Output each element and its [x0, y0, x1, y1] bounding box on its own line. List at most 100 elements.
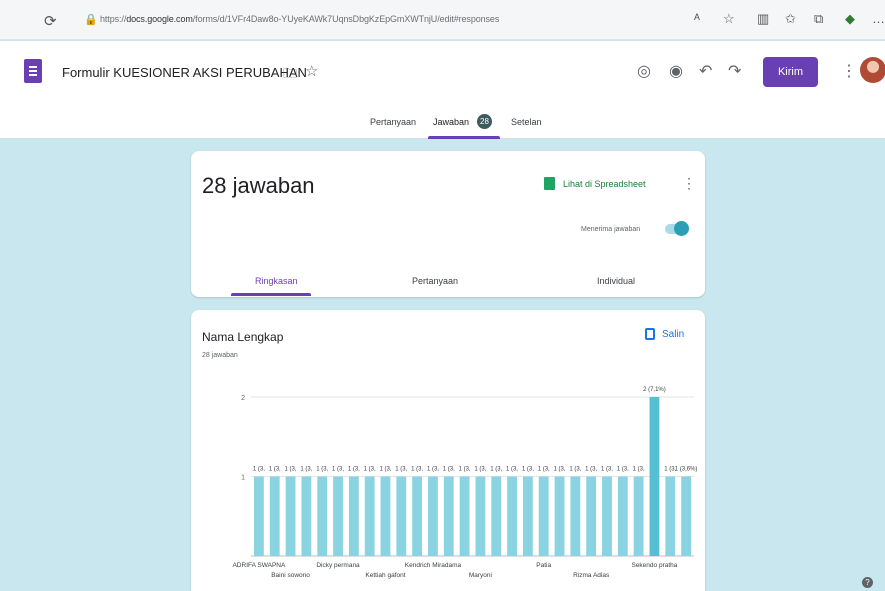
x-tick-label: Maryoni: [469, 572, 492, 579]
bar: [665, 476, 676, 556]
bar: [285, 476, 296, 556]
reload-icon[interactable]: ⟳: [44, 12, 57, 30]
bar: [348, 476, 359, 556]
accepting-responses-toggle[interactable]: [665, 221, 689, 236]
data-label: 1 (3,: [348, 467, 360, 473]
bar: [633, 476, 644, 556]
data-label: 1 (3,: [443, 467, 455, 473]
read-aloud-icon[interactable]: ᴬ: [694, 11, 700, 26]
data-label: 1 (3,: [522, 467, 534, 473]
bar: [301, 476, 312, 556]
bar: [554, 476, 565, 556]
form-title[interactable]: Formulir KUESIONER AKSI PERUBAHAN: [62, 65, 307, 80]
avatar[interactable]: [860, 57, 885, 83]
palette-icon[interactable]: ◎: [637, 61, 651, 81]
send-button[interactable]: Kirim: [763, 57, 818, 87]
bar: [459, 476, 470, 556]
bar: [570, 476, 581, 556]
bar: [507, 476, 517, 556]
x-tick-label: Baini sowono: [271, 572, 310, 579]
favorite-icon[interactable]: ☆: [723, 11, 735, 27]
folder-icon[interactable]: 🗀: [283, 63, 297, 87]
response-count-badge: 28: [477, 114, 492, 129]
data-label: 1 (3,: [332, 467, 344, 473]
star-icon[interactable]: ☆: [305, 62, 318, 80]
data-label: 1 (3,: [285, 467, 297, 473]
active-subtab-indicator: [231, 293, 311, 296]
tab-responses[interactable]: Jawaban: [433, 117, 469, 127]
data-label: 1 (3,: [427, 467, 439, 473]
forms-header: Formulir KUESIONER AKSI PERUBAHAN 🗀 ☆ ◎ …: [0, 41, 885, 139]
help-icon[interactable]: ?: [862, 577, 873, 588]
more-options-icon[interactable]: ⋮: [841, 61, 857, 81]
x-tick-label: Kettiah gafont: [365, 572, 405, 579]
data-label: 1 (3,: [506, 467, 518, 473]
data-label: 1 (3,: [569, 467, 581, 473]
y-tick-label: 2: [241, 395, 245, 402]
bar: [333, 476, 343, 556]
subtab-individual[interactable]: Individual: [597, 276, 635, 286]
bar: [317, 476, 328, 556]
y-tick-label: 1: [241, 475, 245, 482]
accepting-responses-label: Menerima jawaban: [581, 226, 641, 233]
bar: [491, 476, 502, 556]
address-bar[interactable]: https://docs.google.com/forms/d/1VFr4Daw…: [100, 9, 680, 31]
data-label: 1 (3,: [459, 467, 471, 473]
favorites-icon[interactable]: ✩: [785, 11, 796, 27]
split-screen-icon[interactable]: ▥: [757, 11, 769, 27]
bar: [522, 476, 533, 556]
data-label: 1 (3,: [269, 467, 281, 473]
x-tick-label: Rizma Adias: [573, 572, 610, 579]
bar: [364, 476, 375, 556]
active-tab-indicator: [428, 136, 500, 139]
tab-settings[interactable]: Setelan: [511, 117, 542, 127]
data-label: 1 (3,: [364, 467, 376, 473]
data-label: 1 (3,: [617, 467, 629, 473]
data-label: 1 (3,: [395, 467, 407, 473]
undo-icon[interactable]: ↶: [699, 61, 712, 81]
subtab-question[interactable]: Pertanyaan: [412, 276, 458, 286]
bar: [380, 476, 391, 556]
data-label: 1 (3,: [300, 467, 312, 473]
subtab-summary[interactable]: Ringkasan: [255, 276, 298, 286]
data-label: 1 (3,: [411, 467, 423, 473]
preview-icon[interactable]: ◉: [669, 61, 683, 81]
url-text: https://docs.google.com/forms/d/1VFr4Daw…: [100, 14, 500, 24]
x-tick-label: Patia: [536, 562, 551, 569]
bar: [254, 476, 264, 556]
bar: [412, 476, 423, 556]
form-tabs: Pertanyaan Jawaban 28 Setelan: [0, 109, 885, 139]
data-label: 1 (3,: [633, 467, 645, 473]
bar: [269, 476, 280, 556]
responses-summary-card: 28 jawaban Lihat di Spreadsheet ⋮ Meneri…: [191, 151, 705, 297]
data-label: 1 (3,: [601, 467, 613, 473]
data-label: 1 (3,6%): [675, 467, 698, 473]
lock-icon[interactable]: 🔒: [84, 13, 98, 26]
x-tick-label: ADRIFA SWAPNA: [232, 562, 286, 569]
google-forms-icon[interactable]: [24, 59, 42, 83]
bar: [586, 476, 597, 556]
browser-toolbar: ⟳ 🔒 https://docs.google.com/forms/d/1VFr…: [0, 0, 885, 40]
bar: [649, 397, 660, 556]
redo-icon[interactable]: ↷: [728, 61, 741, 81]
tab-questions[interactable]: Pertanyaan: [370, 117, 416, 127]
data-label: 1 (3,: [538, 467, 550, 473]
data-label: 1 (3,: [474, 467, 486, 473]
bar: [475, 476, 486, 556]
data-label: 1 (3,: [554, 467, 566, 473]
data-label: 1 (3,: [585, 467, 597, 473]
sheets-icon: [544, 177, 555, 190]
bar: [681, 476, 691, 556]
extension-icon[interactable]: ◆: [845, 11, 855, 27]
view-in-sheets-button[interactable]: Lihat di Spreadsheet: [544, 177, 646, 190]
more-icon[interactable]: …: [872, 11, 885, 26]
bar: [443, 476, 454, 556]
response-count: 28 jawaban: [202, 173, 315, 198]
x-tick-label: Sekendo pratha: [631, 562, 677, 569]
collections-icon[interactable]: ⧉: [814, 11, 823, 27]
data-label: 1 (3,: [379, 467, 391, 473]
responses-more-icon[interactable]: ⋮: [682, 175, 696, 192]
data-label: 1 (3,: [253, 467, 265, 473]
data-label: 1 (3,: [490, 467, 502, 473]
x-tick-label: Kendrich Miradama: [405, 562, 462, 569]
